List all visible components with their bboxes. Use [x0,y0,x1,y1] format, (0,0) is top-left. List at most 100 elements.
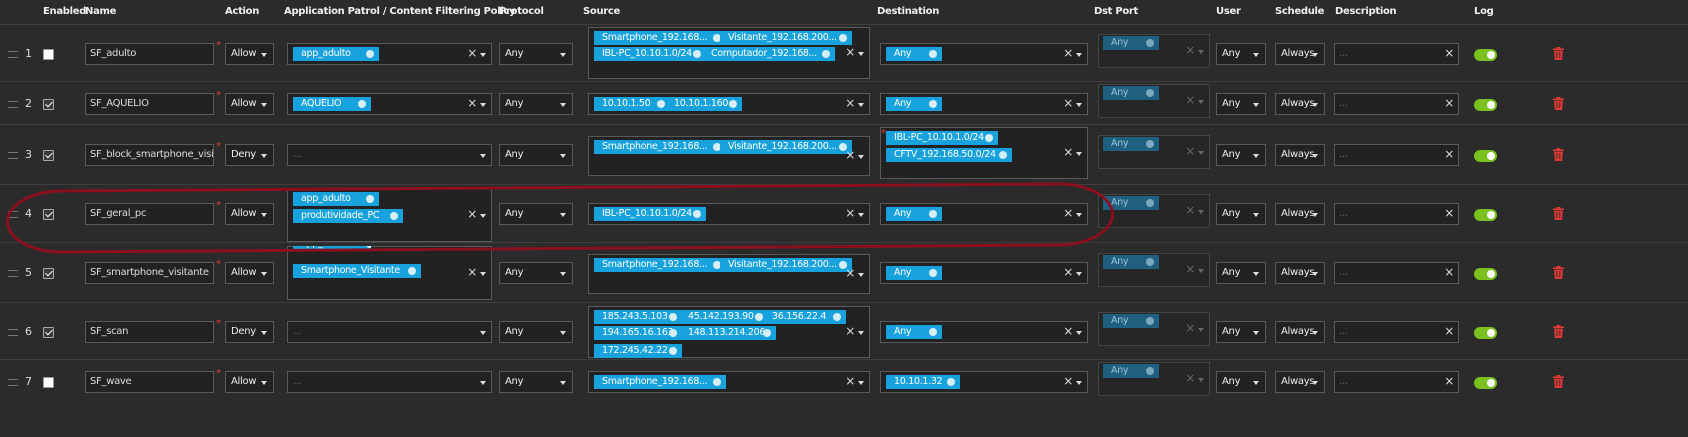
chevron-down-icon[interactable] [480,154,486,158]
remove-tag-icon[interactable] [693,210,701,218]
tag-chip[interactable]: 148.113.214.206 [680,326,776,340]
enabled-checkbox[interactable] [43,150,54,161]
trash-icon[interactable] [1553,207,1564,220]
drag-handle-icon[interactable] [8,152,18,159]
trash-icon[interactable] [1553,266,1564,279]
name-field[interactable]: SF_smartphone_visitante [85,262,214,284]
source-select[interactable]: 10.10.1.50 10.10.1.160 × [588,93,870,115]
remove-tag-icon[interactable] [1146,39,1154,47]
chevron-down-icon[interactable] [1198,100,1204,104]
chevron-down-icon[interactable] [1076,381,1082,385]
dst-port-select[interactable]: Any × [1098,34,1210,68]
remove-tag-icon[interactable] [929,269,937,277]
user-select[interactable]: Any [1216,43,1266,65]
log-toggle[interactable] [1474,327,1497,339]
name-field[interactable]: SF_wave [85,371,214,393]
tag-chip[interactable]: 185.243.5.103 [594,310,682,324]
chevron-down-icon[interactable] [858,331,864,335]
tag-chip[interactable]: Any [1103,137,1159,151]
destination-select[interactable]: Any × [880,321,1088,343]
remove-tag-icon[interactable] [1146,199,1154,207]
clear-icon[interactable]: × [845,45,855,59]
remove-tag-icon[interactable] [669,329,677,337]
dst-port-select[interactable]: Any × [1098,253,1210,287]
clear-icon[interactable]: × [1063,324,1073,338]
enabled-checkbox[interactable] [43,99,54,110]
remove-tag-icon[interactable] [1146,89,1154,97]
tag-chip[interactable]: Any [886,325,942,339]
chevron-down-icon[interactable] [1076,272,1082,276]
source-select[interactable]: Smartphone_192.168... Visitante_192.168.2… [588,136,870,176]
user-select[interactable]: Any [1216,321,1266,343]
log-toggle[interactable] [1474,99,1497,111]
remove-tag-icon[interactable] [408,267,416,275]
remove-tag-icon[interactable] [1146,140,1154,148]
remove-tag-icon[interactable] [729,100,737,108]
log-toggle[interactable] [1474,377,1497,389]
chevron-down-icon[interactable] [480,103,486,107]
clear-icon[interactable]: × [1444,206,1454,220]
tag-chip[interactable]: 194.165.16.163 [594,326,682,340]
protocol-select[interactable]: Any [499,321,573,343]
chevron-down-icon[interactable] [1198,328,1204,332]
clear-icon[interactable]: × [1185,43,1195,57]
remove-tag-icon[interactable] [669,347,677,355]
remove-tag-icon[interactable] [366,246,371,248]
description-field[interactable]: ... × [1334,203,1459,225]
tag-chip[interactable]: IBL-PC_10.10.1.0/24 [594,207,706,221]
tag-chip[interactable]: Any [886,97,942,111]
clear-icon[interactable]: × [467,265,477,279]
trash-icon[interactable] [1553,47,1564,60]
schedule-select[interactable]: Always [1275,93,1325,115]
clear-icon[interactable]: × [467,96,477,110]
log-toggle[interactable] [1474,209,1497,221]
enabled-checkbox[interactable] [43,377,54,388]
remove-tag-icon[interactable] [833,313,841,321]
clear-icon[interactable]: × [845,266,855,280]
chevron-down-icon[interactable] [1198,210,1204,214]
chevron-down-icon[interactable] [480,381,486,385]
remove-tag-icon[interactable] [390,212,398,220]
clear-icon[interactable]: × [1185,203,1195,217]
dst-port-select[interactable]: Any × [1098,84,1210,118]
source-select[interactable]: IBL-PC_10.10.1.0/24 × [588,203,870,225]
tag-chip[interactable]: Any [1103,86,1159,100]
clear-icon[interactable]: × [467,207,477,221]
tag-chip[interactable]: 10.10.1.50 [594,97,670,111]
clear-icon[interactable]: × [1444,96,1454,110]
remove-tag-icon[interactable] [985,134,993,142]
clear-icon[interactable]: × [1444,324,1454,338]
remove-tag-icon[interactable] [657,100,665,108]
name-field[interactable]: SF_geral_pc [85,203,214,225]
source-select[interactable]: 185.243.5.103 45.142.193.90 36.156.22.4 194… [588,306,870,358]
clear-icon[interactable]: × [1063,374,1073,388]
clear-icon[interactable]: × [1444,265,1454,279]
protocol-select[interactable]: Any [499,144,573,166]
source-select[interactable]: Smartphone_192.168... Visitante_192.168.2… [588,27,870,79]
name-field[interactable]: SF_AQUELIO [85,93,214,115]
user-select[interactable]: Any [1216,144,1266,166]
chevron-down-icon[interactable] [1076,213,1082,217]
description-field[interactable]: ... × [1334,321,1459,343]
drag-handle-icon[interactable] [8,51,18,58]
app-policy-select[interactable]: ... [287,144,492,166]
tag-chip[interactable]: Any [1103,36,1159,50]
log-toggle[interactable] [1474,268,1497,280]
tag-chip[interactable]: Any [886,207,942,221]
trash-icon[interactable] [1553,375,1564,388]
clear-icon[interactable]: × [1063,265,1073,279]
tag-chip[interactable]: 45.142.193.90 [680,310,768,324]
chevron-down-icon[interactable] [1198,378,1204,382]
enabled-checkbox[interactable] [43,49,54,60]
chevron-down-icon[interactable] [1076,152,1082,156]
destination-select[interactable]: 10.10.1.32 × [880,371,1088,393]
remove-tag-icon[interactable] [929,100,937,108]
clear-icon[interactable]: × [845,96,855,110]
drag-handle-icon[interactable] [8,329,18,336]
tag-chip[interactable]: app_adulto [293,47,379,61]
remove-tag-icon[interactable] [693,50,701,58]
tag-chip[interactable]: app_adulto [293,192,379,206]
chevron-down-icon[interactable] [1198,50,1204,54]
tag-chip[interactable]: IBL-PC_10.10.1.0/24 [594,47,706,61]
enabled-checkbox[interactable] [43,209,54,220]
